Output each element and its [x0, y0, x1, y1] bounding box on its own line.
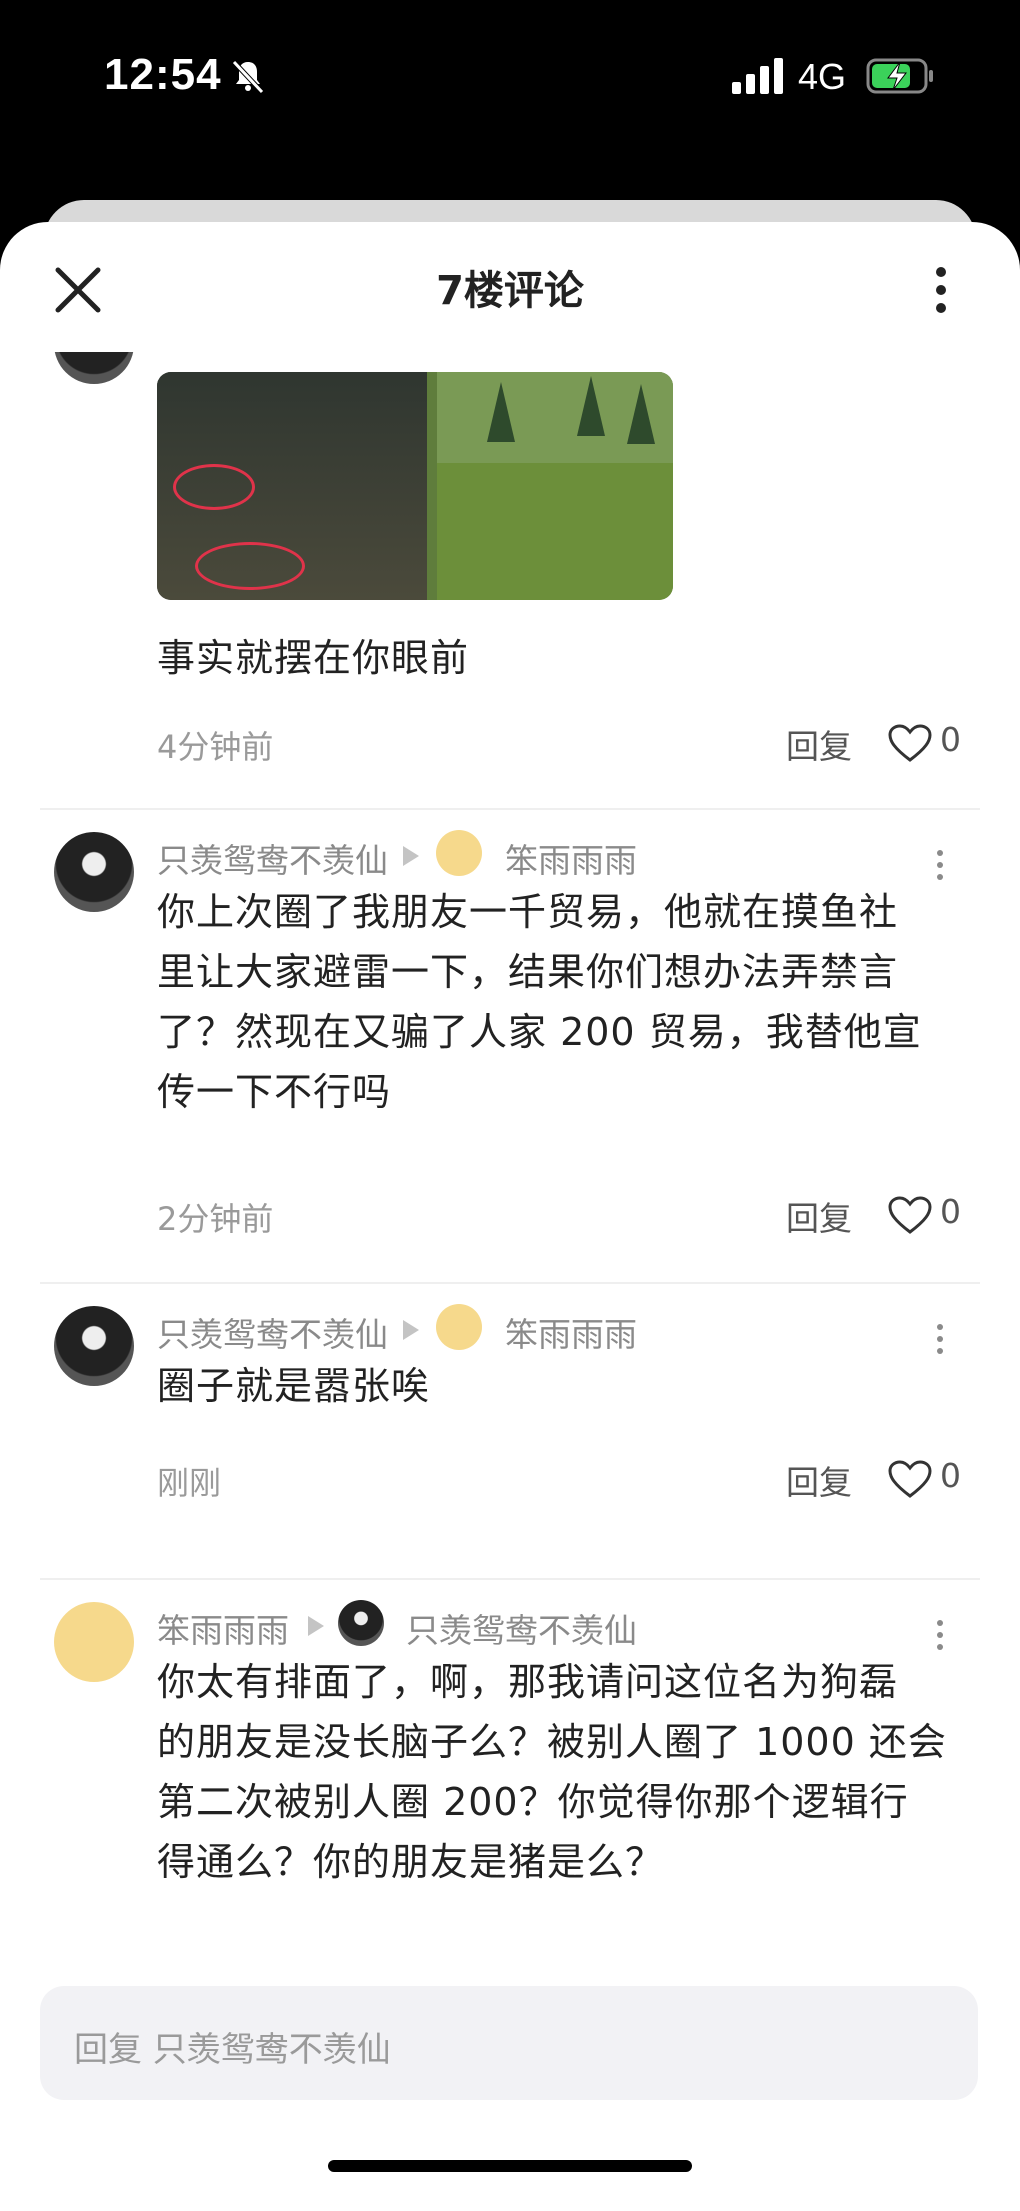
status-time: 12:54 [104, 50, 222, 99]
reply-to-name[interactable]: 只羡鸳鸯不羡仙 [406, 1604, 637, 1652]
comment-item: 只羡鸳鸯不羡仙 笨雨雨雨 圈子就是嚣张唉 刚刚 回复 0 [0, 1296, 1020, 1566]
comment-author[interactable]: 只羡鸳鸯不羡仙 [157, 834, 388, 882]
home-indicator[interactable] [328, 2160, 692, 2172]
comment-more-icon[interactable] [934, 1620, 946, 1656]
reply-arrow-icon [403, 1320, 419, 1340]
divider [40, 1578, 980, 1580]
comment-line: 你上次圈了我朋友一千贸易，他就在摸鱼社 [157, 890, 899, 934]
tree-shape [577, 376, 605, 436]
signal-icon [732, 58, 783, 94]
heart-icon[interactable] [888, 1460, 932, 1500]
avatar[interactable] [54, 1306, 134, 1386]
battery-charging-icon [866, 58, 933, 94]
comment-line: 的朋友是没长脑子么？被别人圈了 1000 还会 [157, 1720, 947, 1764]
avatar[interactable] [54, 832, 134, 912]
comment-text: 圈子就是嚣张唉 [157, 1364, 431, 1408]
like-count: 0 [940, 720, 961, 759]
comment-line: 传一下不行吗 [157, 1070, 392, 1114]
reply-to-avatar[interactable] [338, 1600, 384, 1646]
comment-text: 事实就摆在你眼前 [157, 636, 470, 680]
comment-item: 只羡鸳鸯不羡仙 笨雨雨雨 你上次圈了我朋友一千贸易，他就在摸鱼社 里让大家避雷一… [0, 822, 1020, 1282]
reply-to-name[interactable]: 笨雨雨雨 [505, 1308, 637, 1356]
page-title: 7楼评论 [436, 268, 584, 314]
divider [40, 1282, 980, 1284]
bell-muted-icon [232, 60, 264, 94]
highlight-circle [195, 542, 305, 590]
reply-to-avatar[interactable] [436, 830, 482, 876]
reply-to-avatar[interactable] [436, 1304, 482, 1350]
reply-arrow-icon [403, 846, 419, 866]
highlight-circle [173, 464, 255, 510]
reply-input-placeholder: 回复 只羡鸳鸯不羡仙 [74, 2030, 391, 2070]
comment-line: 了？然现在又骗了人家 200 贸易，我替他宣 [157, 1010, 922, 1054]
comment-author[interactable]: 笨雨雨雨 [157, 1604, 289, 1652]
like-count: 0 [940, 1456, 961, 1495]
sheet-header: 7楼评论 [0, 222, 1020, 352]
avatar[interactable] [54, 1602, 134, 1682]
like-count: 0 [940, 1192, 961, 1231]
heart-icon[interactable] [888, 1196, 932, 1236]
reply-arrow-icon [308, 1616, 324, 1636]
avatar[interactable] [54, 352, 134, 384]
comment-more-icon[interactable] [934, 1324, 946, 1360]
heart-icon[interactable] [888, 724, 932, 764]
reply-button[interactable]: 回复 [786, 1456, 852, 1504]
status-bar: 12:54 4G [0, 0, 1020, 200]
comment-image[interactable] [157, 372, 673, 600]
comment-time: 刚刚 [157, 1464, 222, 1502]
comment-more-icon[interactable] [934, 850, 946, 886]
comment-time: 2分钟前 [157, 1200, 274, 1238]
reply-input[interactable]: 回复 只羡鸳鸯不羡仙 [40, 1986, 978, 2100]
comment-feed[interactable]: 事实就摆在你眼前 4分钟前 回复 0 只羡鸳鸯不羡仙 笨雨雨雨 你上次圈了我朋友… [0, 352, 1020, 2182]
comment-item: 事实就摆在你眼前 4分钟前 回复 0 [0, 352, 1020, 792]
comment-text: 你上次圈了我朋友一千贸易，他就在摸鱼社 里让大家避雷一下，结果你们想办法弄禁言 … [157, 882, 922, 1122]
divider [40, 808, 980, 810]
comment-line: 你太有排面了，啊，那我请问这位名为狗磊 [157, 1660, 899, 1704]
comment-text: 你太有排面了，啊，那我请问这位名为狗磊 的朋友是没长脑子么？被别人圈了 1000… [157, 1652, 947, 1892]
more-options-icon[interactable] [926, 262, 956, 322]
comment-time: 4分钟前 [157, 728, 274, 766]
comment-item: 笨雨雨雨 只羡鸳鸯不羡仙 你太有排面了，啊，那我请问这位名为狗磊 的朋友是没长脑… [0, 1592, 1020, 1922]
tree-shape [627, 384, 655, 444]
comment-sheet: 7楼评论 事实就摆在你眼前 4分钟前 回复 0 只羡鸳鸯不羡仙 笨雨雨雨 你上次… [0, 222, 1020, 2211]
comment-line: 得通么？你的朋友是猪是么？ [157, 1840, 665, 1884]
reply-button[interactable]: 回复 [786, 1192, 852, 1240]
comment-line: 第二次被别人圈 200？你觉得你那个逻辑行 [157, 1780, 909, 1824]
comment-author[interactable]: 只羡鸳鸯不羡仙 [157, 1308, 388, 1356]
network-type: 4G [798, 56, 847, 97]
comment-line: 里让大家避雷一下，结果你们想办法弄禁言 [157, 950, 899, 994]
reply-button[interactable]: 回复 [786, 720, 852, 768]
tree-shape [487, 382, 515, 442]
reply-to-name[interactable]: 笨雨雨雨 [505, 834, 637, 882]
